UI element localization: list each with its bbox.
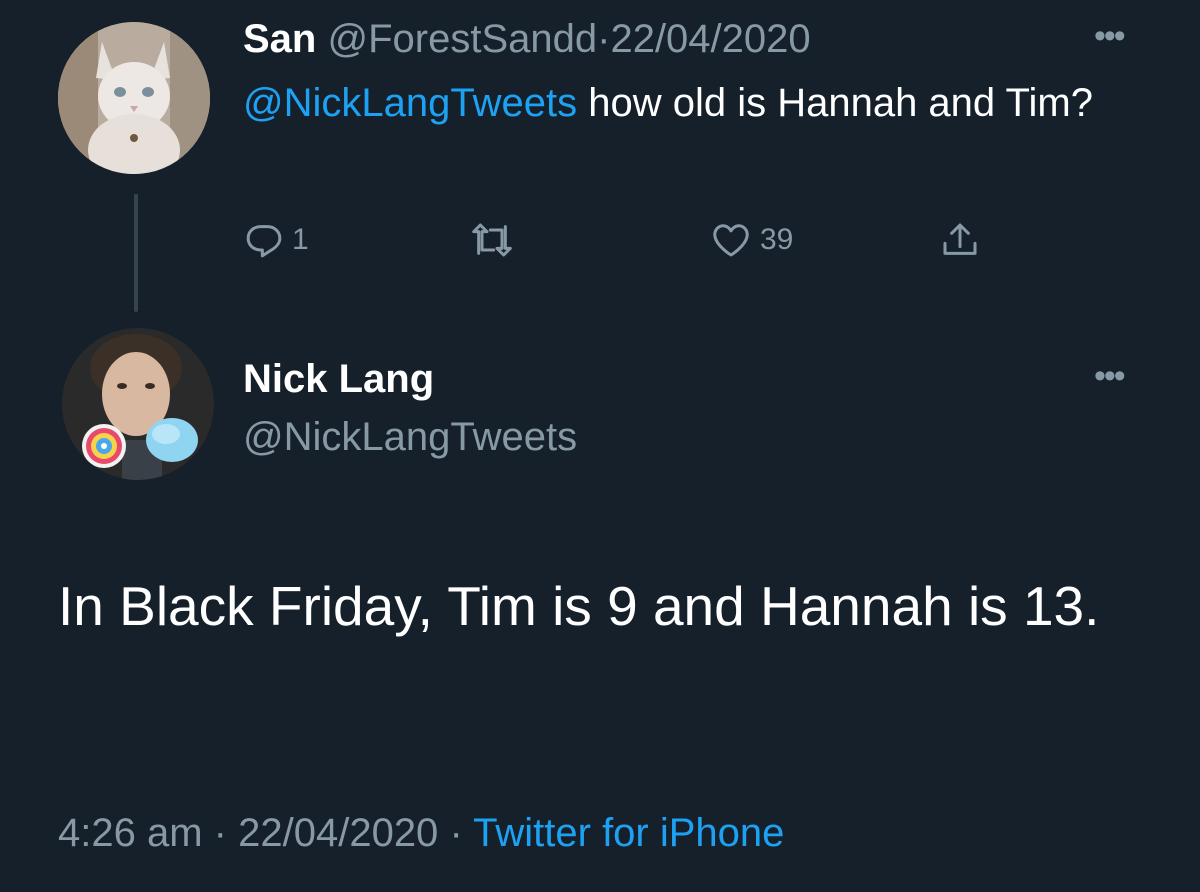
reply-text: how old is Hannah and Tim? bbox=[577, 81, 1093, 125]
avatar-san[interactable] bbox=[58, 22, 210, 174]
tweet-time[interactable]: 4:26 am bbox=[58, 811, 203, 855]
mention-link[interactable]: @NickLangTweets bbox=[243, 81, 577, 125]
like-action[interactable]: 39 bbox=[710, 218, 793, 262]
heart-icon bbox=[713, 224, 749, 257]
tweet-date[interactable]: 22/04/2020 bbox=[238, 811, 438, 855]
thread-connector-line bbox=[134, 194, 138, 312]
avatar-nick-lang[interactable] bbox=[62, 328, 214, 480]
retweet-arrows-icon bbox=[472, 223, 512, 257]
reply-date[interactable]: 22/04/2020 bbox=[610, 17, 810, 61]
retweet-action[interactable] bbox=[470, 218, 514, 262]
header-separator: · bbox=[597, 17, 611, 61]
tweet-thread: San @ForestSandd·22/04/2020 ••• @NickLan… bbox=[0, 0, 1200, 892]
speech-bubble-icon bbox=[246, 225, 282, 258]
reply-action[interactable]: 1 bbox=[244, 218, 309, 262]
main-display-name[interactable]: Nick Lang bbox=[243, 354, 434, 404]
tweet-source-link[interactable]: Twitter for iPhone bbox=[473, 811, 784, 855]
main-tweet-text: In Black Friday, Tim is 9 and Hannah is … bbox=[58, 575, 1100, 637]
tweet-meta: 4:26 am · 22/04/2020 · Twitter for iPhon… bbox=[58, 808, 784, 858]
share-action[interactable] bbox=[940, 218, 980, 262]
more-dots-icon[interactable]: ••• bbox=[1094, 359, 1126, 393]
main-handle[interactable]: @NickLangTweets bbox=[243, 412, 577, 462]
person-photo-icon bbox=[62, 328, 214, 480]
cat-photo-icon bbox=[58, 22, 210, 174]
meta-separator: · bbox=[449, 811, 463, 855]
reply-display-name[interactable]: San bbox=[243, 17, 316, 61]
reply-count: 1 bbox=[292, 223, 309, 256]
meta-separator: · bbox=[213, 811, 227, 855]
more-dots-icon[interactable]: ••• bbox=[1094, 19, 1126, 53]
reply-handle[interactable]: @ForestSandd bbox=[327, 17, 597, 61]
share-upload-icon bbox=[943, 223, 977, 255]
reply-body: @NickLangTweets how old is Hannah and Ti… bbox=[243, 76, 1143, 130]
reply-header: San @ForestSandd·22/04/2020 bbox=[243, 14, 811, 64]
like-count: 39 bbox=[760, 223, 794, 256]
